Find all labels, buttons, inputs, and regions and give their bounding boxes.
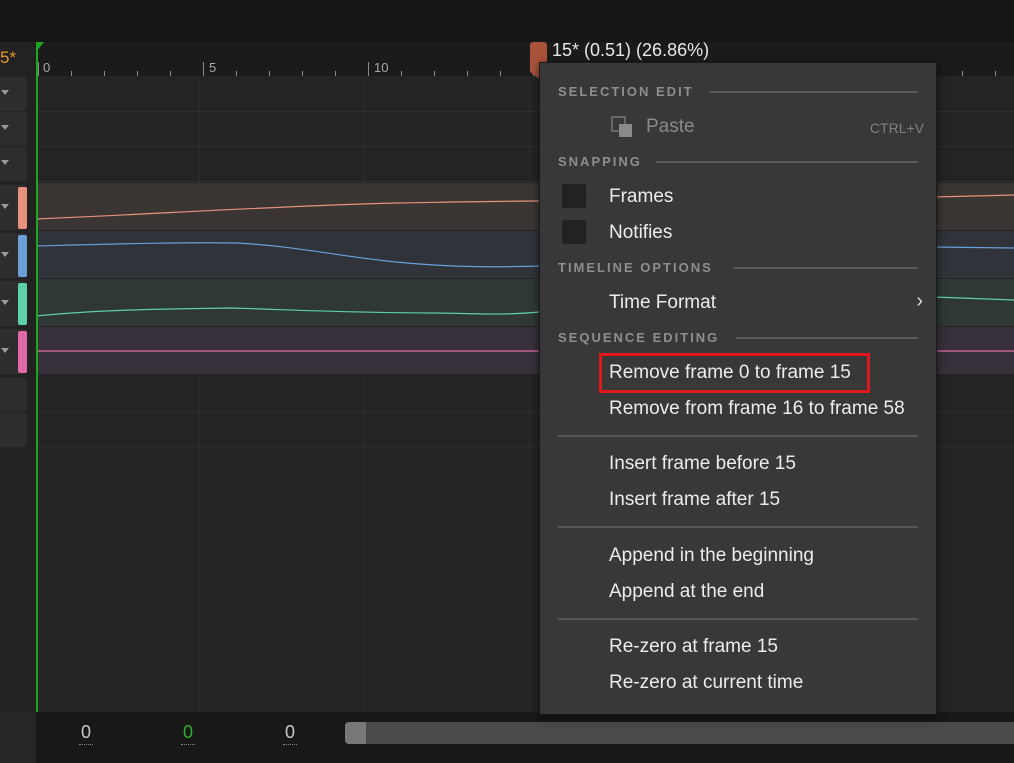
paste-shortcut: CTRL+V (869, 120, 924, 136)
top-bar (0, 0, 1014, 42)
section-rule (736, 337, 918, 339)
time-format-menu-item[interactable]: Time Format (609, 292, 716, 314)
highlight-box (599, 353, 870, 393)
remove-frames-after-item[interactable]: Remove from frame 16 to frame 58 (609, 398, 905, 420)
range-start-counter[interactable]: 0 (79, 722, 94, 745)
dropdown-arrow-icon (1, 300, 9, 305)
scrollbar-thumb[interactable] (345, 722, 366, 744)
section-rule (710, 91, 918, 93)
ruler-label-5: 5 (209, 60, 217, 75)
curve-color-swatch (18, 331, 27, 373)
rezero-at-frame-item[interactable]: Re-zero at frame 15 (609, 636, 778, 658)
menu-divider (558, 435, 918, 437)
section-header-sequence-editing: SEQUENCE EDITING (558, 330, 720, 345)
playhead-line[interactable] (36, 42, 38, 712)
dropdown-arrow-icon (1, 125, 9, 130)
track-menu-button[interactable] (0, 77, 27, 111)
timeline-scrollbar[interactable] (345, 722, 1014, 744)
scrub-frame-label: 15* (0.51) (26.86%) (552, 40, 710, 60)
bottom-left-panel (0, 712, 36, 763)
timeline-context-menu: SELECTION EDIT Paste CTRL+V SNAPPING Fra… (539, 62, 937, 715)
ruler-label-0: 0 (43, 60, 51, 75)
insert-frame-after-item[interactable]: Insert frame after 15 (609, 489, 780, 511)
dropdown-arrow-icon (1, 348, 9, 353)
append-end-item[interactable]: Append at the end (609, 581, 764, 603)
ruler-label-10: 10 (374, 60, 389, 75)
append-beginning-item[interactable]: Append in the beginning (609, 545, 814, 567)
section-rule (656, 161, 918, 163)
dropdown-arrow-icon (1, 160, 9, 165)
dropdown-arrow-icon (1, 252, 9, 257)
section-header-timeline-options: TIMELINE OPTIONS (558, 260, 713, 275)
ruler-tick (38, 62, 39, 76)
chevron-right-icon: › (916, 290, 923, 312)
track-menu-button[interactable] (0, 112, 27, 146)
rezero-at-current-time-item[interactable]: Re-zero at current time (609, 672, 803, 694)
section-rule (734, 267, 918, 269)
bottom-bar: 0 0 0 (0, 712, 1014, 763)
section-header-snapping: SNAPPING (558, 154, 642, 169)
curve-color-swatch (18, 187, 27, 229)
track-menu-button[interactable] (0, 378, 27, 412)
track-menu-button[interactable] (0, 147, 27, 181)
menu-divider (558, 618, 918, 620)
curve-color-swatch (18, 235, 27, 277)
paste-icon (611, 116, 632, 137)
track-menu-button[interactable] (0, 413, 27, 447)
curve-color-swatch (18, 283, 27, 325)
snap-notifies-checkbox[interactable] (562, 220, 586, 244)
snap-frames-label[interactable]: Frames (609, 186, 673, 208)
snap-notifies-label[interactable]: Notifies (609, 222, 672, 244)
playhead-flag[interactable] (36, 42, 44, 52)
current-frame-readout: 5* (0, 48, 17, 67)
insert-frame-before-item[interactable]: Insert frame before 15 (609, 453, 796, 475)
ruler-tick (368, 62, 369, 76)
paste-menu-item[interactable]: Paste (646, 116, 695, 138)
current-frame-counter[interactable]: 0 (181, 722, 196, 745)
menu-divider (558, 526, 918, 528)
dropdown-arrow-icon (1, 90, 9, 95)
range-end-counter[interactable]: 0 (283, 722, 298, 745)
dropdown-arrow-icon (1, 204, 9, 209)
ruler-tick (203, 62, 204, 76)
snap-frames-checkbox[interactable] (562, 184, 586, 208)
section-header-selection-edit: SELECTION EDIT (558, 84, 694, 99)
